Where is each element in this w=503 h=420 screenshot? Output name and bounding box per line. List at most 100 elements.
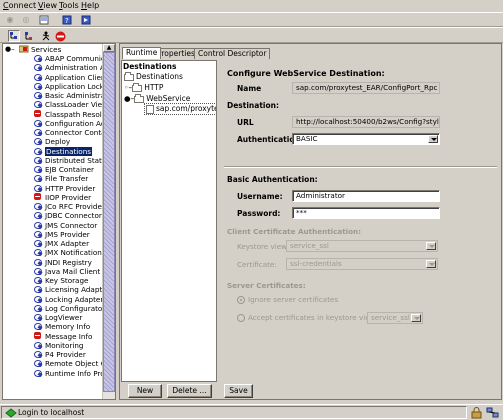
tree-item-label: Configuration Ada bbox=[45, 118, 110, 128]
tree-item[interactable]: Connector Contai bbox=[33, 128, 108, 137]
tree-item[interactable]: Log Configurator bbox=[33, 304, 105, 313]
tree-view-icon[interactable] bbox=[8, 30, 20, 42]
tab-control-descriptor[interactable]: Control Descriptor bbox=[194, 48, 271, 59]
document-icon bbox=[146, 104, 154, 114]
tree-item[interactable]: P4 Provider bbox=[33, 350, 86, 359]
tree-item[interactable]: JMS Provider bbox=[33, 230, 90, 239]
tree-item[interactable]: IIOP Provider bbox=[33, 192, 91, 202]
tree-node-webservice[interactable]: ●– WebService bbox=[124, 93, 190, 103]
tree-item[interactable]: Distributed Statist bbox=[33, 156, 110, 165]
network-icon bbox=[486, 407, 499, 418]
tree-node-destinations[interactable]: Destinations bbox=[124, 71, 183, 81]
tree-item[interactable]: ABAP Communica bbox=[33, 54, 109, 63]
connect-icon[interactable]: ◉ bbox=[4, 14, 16, 26]
info-icon[interactable] bbox=[80, 14, 92, 26]
tree-item-label: Remote Object Co bbox=[45, 359, 111, 369]
status-bar: Login to localhost bbox=[0, 404, 503, 420]
tree-item[interactable]: Monitoring bbox=[33, 341, 83, 350]
save-button[interactable]: Save bbox=[224, 384, 253, 398]
tree-item[interactable]: Java Mail Client bbox=[33, 267, 100, 276]
new-button[interactable]: New bbox=[128, 384, 162, 398]
chevron-down-icon[interactable] bbox=[428, 135, 438, 143]
keystore-value: service_ssl bbox=[290, 241, 329, 250]
tree-item-label: File Transfer bbox=[45, 174, 89, 184]
tab-runtime[interactable]: Runtime bbox=[122, 47, 162, 59]
tree-item[interactable]: Configuration Ada bbox=[33, 119, 110, 128]
url-field: http://localhost:50400/b2ws/Config?style… bbox=[292, 116, 440, 128]
tree-root-services[interactable]: Services bbox=[18, 45, 61, 54]
tree-item-label: HTTP Provider bbox=[45, 183, 96, 193]
username-input[interactable]: Administrator bbox=[292, 190, 440, 202]
tree-item[interactable]: ClassLoader View bbox=[33, 100, 108, 109]
menu-connect[interactable]: Connect bbox=[3, 1, 36, 11]
accept-keystore-value: service_ssl bbox=[371, 313, 410, 322]
tree-item[interactable]: Message Info bbox=[33, 331, 92, 341]
tree-item-label: JMX Adapter bbox=[45, 239, 90, 248]
expand-handle-icon[interactable]: ◦– bbox=[124, 83, 132, 92]
tree-expand-handle[interactable]: ●– bbox=[5, 45, 15, 54]
properties-icon[interactable] bbox=[38, 14, 50, 26]
gear-icon bbox=[33, 128, 43, 136]
tree-item[interactable]: Application Client bbox=[33, 73, 108, 82]
tree-item-label: Administration Ad bbox=[45, 63, 110, 73]
tree-item[interactable]: Deploy bbox=[33, 137, 70, 146]
tree-item[interactable]: Application Lockin bbox=[33, 82, 110, 91]
tree-item-label: Monitoring bbox=[45, 340, 84, 350]
name-label: Name bbox=[237, 84, 262, 93]
chevron-down-icon bbox=[426, 242, 436, 250]
destinations-panel: Destinations Destinations ◦– HTTP ●– WebSe… bbox=[121, 60, 217, 382]
folder-icon bbox=[132, 82, 143, 92]
tree-item[interactable]: Remote Object Co bbox=[33, 359, 110, 368]
tree-item[interactable]: Locking Adapter bbox=[33, 295, 103, 304]
tree-item[interactable]: File Transfer bbox=[33, 174, 88, 183]
tree-item[interactable]: Destinations bbox=[33, 146, 92, 156]
tree-item-label: P4 Provider bbox=[45, 350, 86, 359]
gear-icon bbox=[33, 230, 43, 238]
lock-icon bbox=[471, 407, 482, 419]
tree-item[interactable]: JMX Notification bbox=[33, 248, 102, 257]
gear-icon bbox=[33, 350, 43, 358]
stop-icon[interactable] bbox=[54, 30, 66, 42]
collapse-handle-icon[interactable]: ●– bbox=[124, 94, 134, 103]
authentication-select[interactable]: BASIC bbox=[292, 133, 440, 145]
menu-tools[interactable]: Tools bbox=[59, 1, 79, 11]
divider bbox=[224, 166, 497, 167]
services-folder-icon bbox=[18, 45, 29, 53]
delete-button[interactable]: Delete ... bbox=[167, 384, 212, 398]
menu-view[interactable]: View bbox=[38, 1, 57, 11]
tree-item[interactable]: EJB Container bbox=[33, 165, 94, 174]
tree-item[interactable]: Basic Administrati bbox=[33, 91, 110, 100]
gear-icon bbox=[33, 304, 43, 312]
run-icon[interactable] bbox=[40, 30, 52, 42]
tree-item[interactable]: Memory Info bbox=[33, 322, 90, 331]
tree-item[interactable]: HTTP Provider bbox=[33, 184, 95, 193]
tree-item[interactable]: LogViewer bbox=[33, 313, 82, 322]
menu-help[interactable]: Help bbox=[81, 1, 99, 11]
password-input[interactable]: *** bbox=[292, 207, 440, 219]
tree-item[interactable]: Key Storage bbox=[33, 276, 88, 285]
node-label-destinations: Destinations bbox=[136, 72, 183, 81]
filter-icon[interactable] bbox=[23, 30, 35, 42]
gear-icon bbox=[33, 119, 43, 127]
tree-item[interactable]: Licensing Adapter bbox=[33, 285, 110, 294]
disconnect-icon[interactable]: ◎ bbox=[20, 14, 32, 26]
tree-node-proxytest[interactable]: sap.com/proxytest_ bbox=[144, 103, 216, 115]
tree-item[interactable]: JCo RFC Provider bbox=[33, 202, 105, 211]
tree-item[interactable]: JDBC Connector bbox=[33, 211, 102, 220]
tree-item[interactable]: Administration Ad bbox=[33, 63, 109, 72]
help-icon[interactable]: ? bbox=[61, 14, 73, 26]
tree-item[interactable]: JNDI Registry bbox=[33, 258, 92, 267]
tree-item-label: JMS Provider bbox=[45, 229, 90, 239]
tree-item[interactable]: Runtime Info Prov bbox=[33, 369, 109, 378]
form-title: Configure WebService Destination: bbox=[227, 69, 385, 78]
scroll-thumb[interactable] bbox=[103, 52, 115, 392]
scroll-up-button[interactable]: ▲ bbox=[103, 44, 115, 52]
tree-scrollbar[interactable]: ▲ bbox=[102, 44, 115, 399]
tree-item[interactable]: Classpath Resolve bbox=[33, 109, 110, 119]
gear-icon bbox=[33, 267, 43, 275]
tree-item[interactable]: JMS Connector bbox=[33, 221, 97, 230]
destination-label: Destination: bbox=[227, 101, 279, 110]
tree-node-http[interactable]: ◦– HTTP bbox=[124, 82, 163, 92]
tree-item[interactable]: JMX Adapter bbox=[33, 239, 89, 248]
services-tree[interactable]: ●– Services ABAP Communica Administration… bbox=[2, 43, 116, 400]
